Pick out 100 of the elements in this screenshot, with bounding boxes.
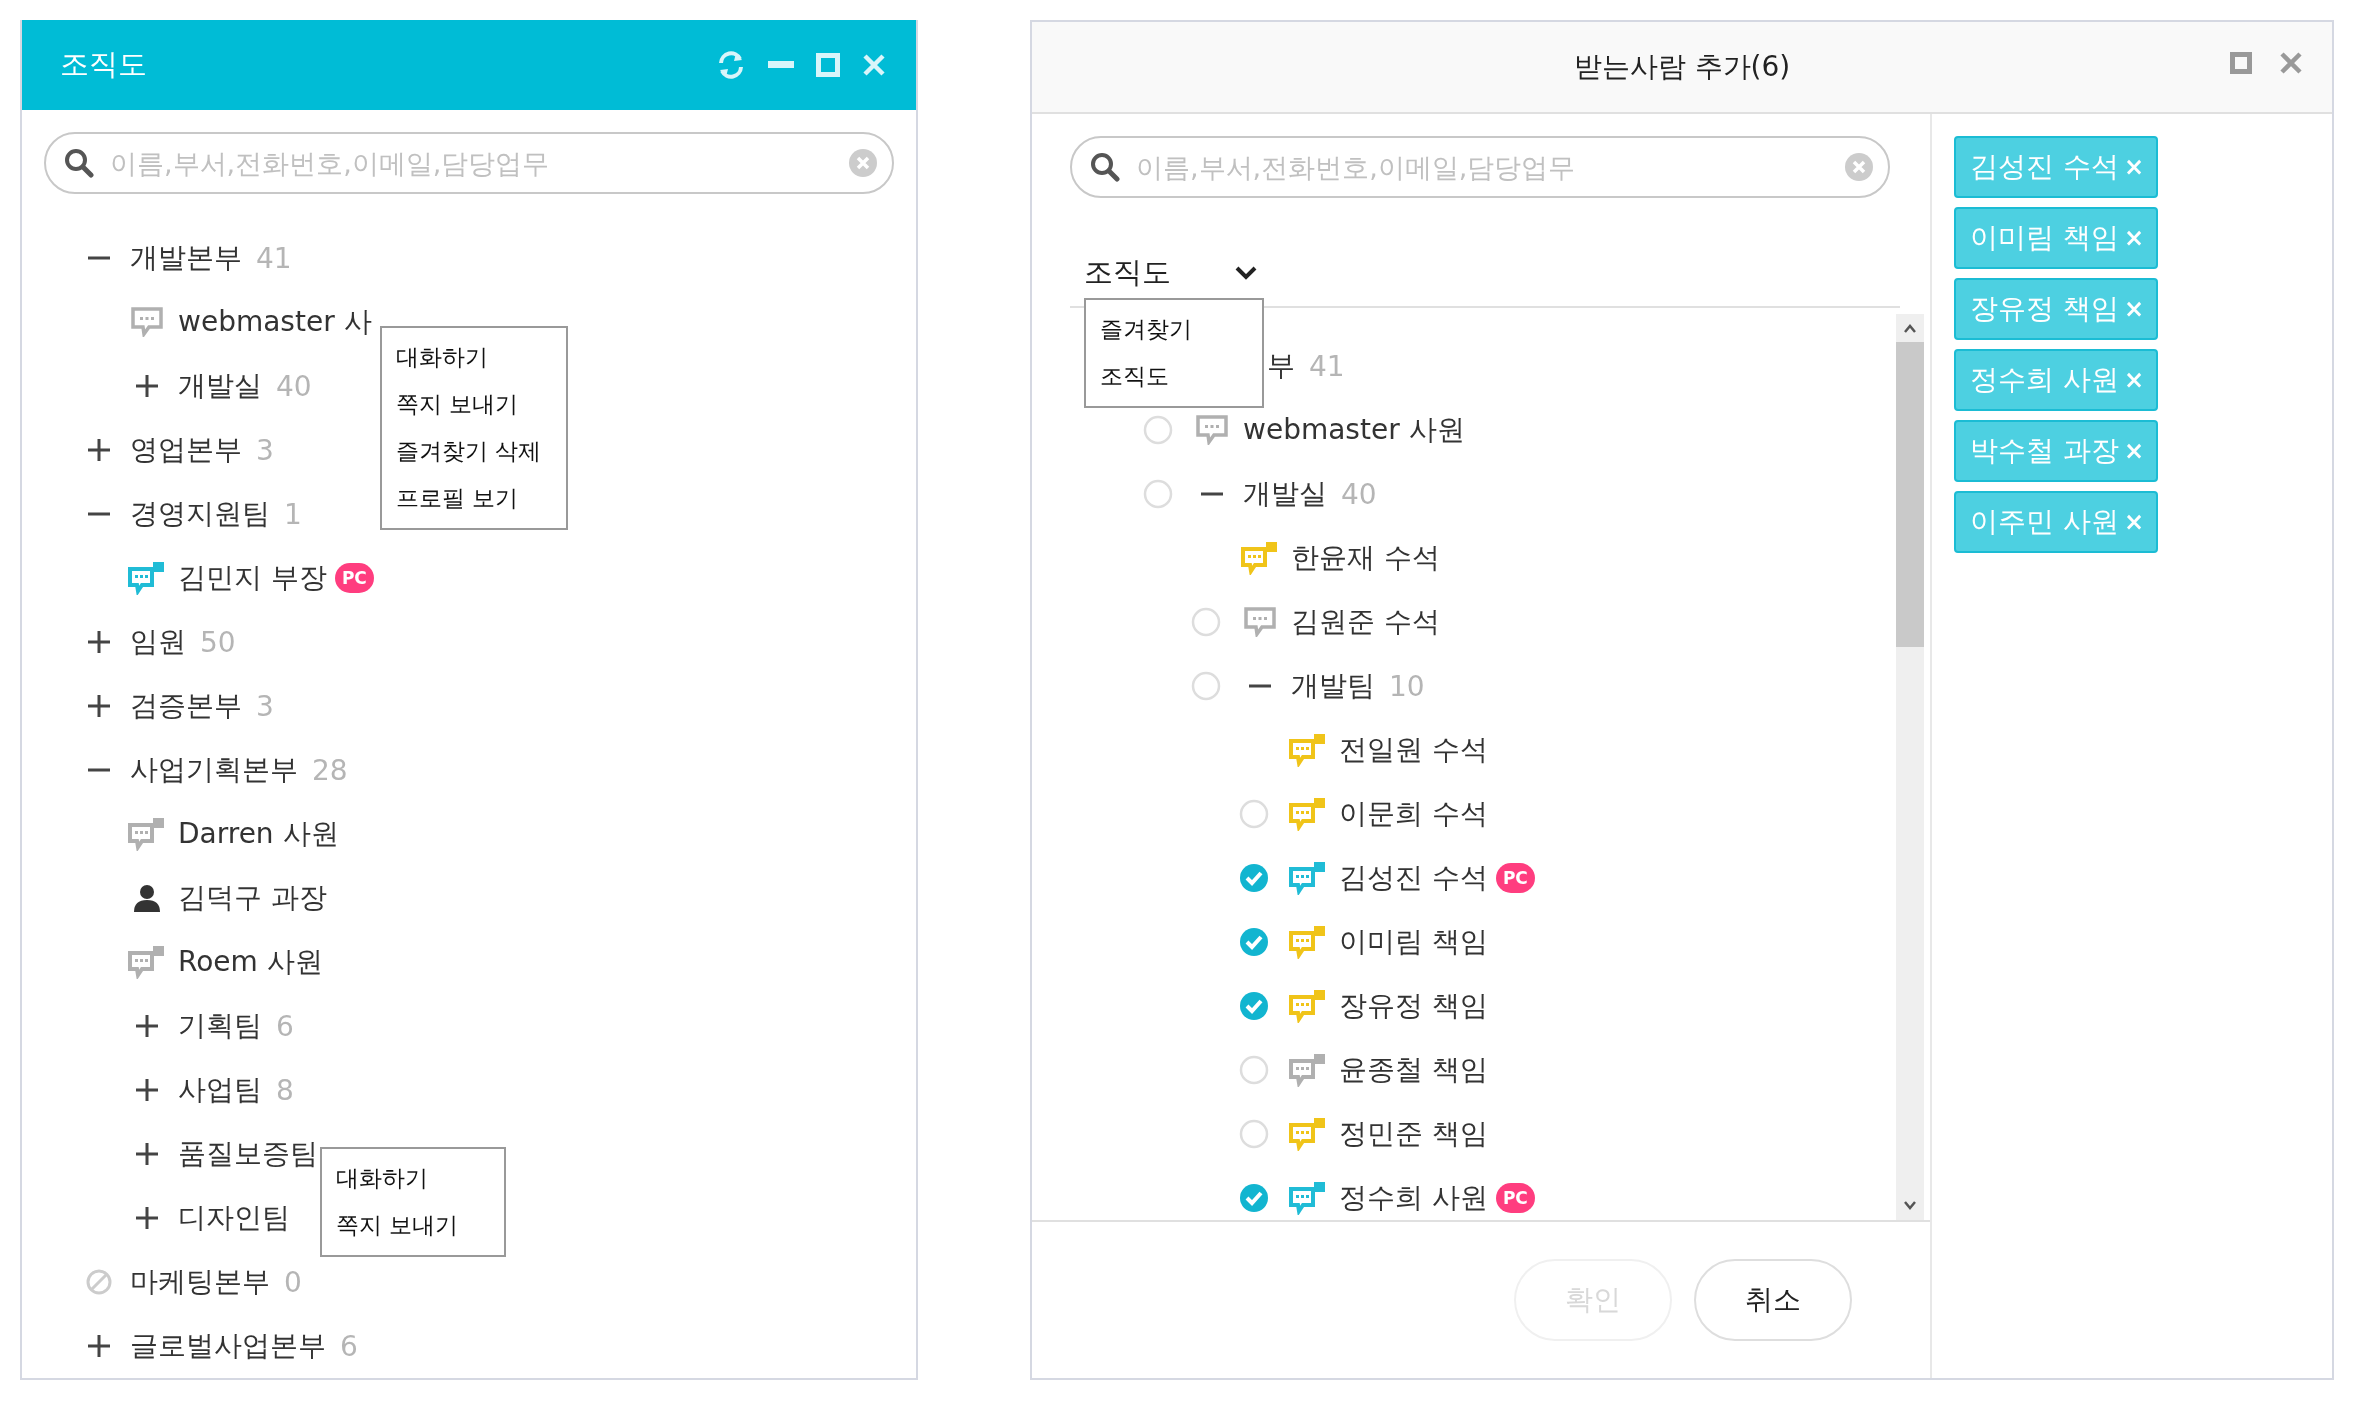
department-name[interactable]: 개발실 <box>1243 475 1327 513</box>
clear-icon[interactable] <box>848 148 878 178</box>
department-name[interactable]: 영업본부 <box>130 431 242 469</box>
menu-item[interactable]: 즐겨찾기 삭제 <box>382 428 566 475</box>
department-name[interactable]: 개발팀 <box>1291 667 1375 705</box>
expand-icon[interactable] <box>136 375 158 397</box>
chevron-down-icon[interactable] <box>1235 266 1257 280</box>
menu-item[interactable]: 즐겨찾기 <box>1086 306 1262 353</box>
member-name[interactable]: 김덕구 과장 <box>178 879 327 917</box>
dialog-title: 받는사람 추가(6) <box>1573 49 1791 85</box>
menu-item[interactable]: 프로필 보기 <box>382 475 566 522</box>
clear-icon[interactable] <box>1844 152 1874 182</box>
radio-circle[interactable] <box>1143 479 1173 509</box>
member-name[interactable]: 김성진 수석 <box>1339 859 1488 897</box>
search-field[interactable]: 이름,부서,전화번호,이메일,담당업무 <box>44 132 894 194</box>
collapse-icon[interactable] <box>88 768 110 772</box>
department-name[interactable]: 마케팅본부 <box>130 1263 270 1301</box>
member-name[interactable]: 이미림 책임 <box>1339 923 1488 961</box>
recipient-name: 정수희 사원 <box>1970 362 2119 398</box>
collapse-icon[interactable] <box>1201 492 1223 496</box>
search-input[interactable]: 이름,부서,전화번호,이메일,담당업무 <box>108 146 834 180</box>
radio-circle[interactable] <box>1239 799 1269 829</box>
member-name[interactable]: Roem 사원 <box>178 943 323 981</box>
department-name[interactable]: 사업기획본부 <box>130 751 298 789</box>
pc-badge: PC <box>1495 863 1535 893</box>
member-count: 6 <box>276 1009 294 1043</box>
cancel-button[interactable]: 취소 <box>1694 1259 1852 1341</box>
member-name[interactable]: 김민지 부장 <box>178 559 327 597</box>
member-count: 3 <box>256 689 274 723</box>
menu-item[interactable]: 조직도 <box>1086 353 1262 400</box>
department-name[interactable]: 경영지원팀 <box>130 495 270 533</box>
radio-circle[interactable] <box>1239 1119 1269 1149</box>
expand-icon[interactable] <box>136 1079 158 1101</box>
checked-circle[interactable] <box>1239 991 1269 1021</box>
collapse-icon[interactable] <box>88 512 110 516</box>
recipient-name: 이미림 책임 <box>1970 220 2119 256</box>
expand-icon[interactable] <box>88 439 110 461</box>
search-icon <box>64 148 94 178</box>
collapse-icon[interactable] <box>1249 684 1271 688</box>
pc-badge: PC <box>1495 1183 1535 1213</box>
member-name[interactable]: webmaster 사 <box>178 303 372 341</box>
expand-icon[interactable] <box>136 1207 158 1229</box>
radio-circle[interactable] <box>1191 671 1221 701</box>
expand-icon[interactable] <box>88 631 110 653</box>
radio-circle[interactable] <box>1143 415 1173 445</box>
member-count: 40 <box>1341 477 1377 511</box>
expand-icon[interactable] <box>136 1143 158 1165</box>
user-icon <box>132 884 162 912</box>
minimize-icon[interactable] <box>768 61 794 69</box>
member-name[interactable]: 김원준 수석 <box>1291 603 1440 641</box>
search-icon <box>1090 152 1120 182</box>
member-name[interactable]: 정민준 책임 <box>1339 1115 1488 1153</box>
member-name[interactable]: 전일원 수석 <box>1339 731 1488 769</box>
member-count: 50 <box>200 625 236 659</box>
department-name[interactable]: 기획팀 <box>178 1007 262 1045</box>
member-count: 8 <box>276 1073 294 1107</box>
close-icon[interactable] <box>2280 52 2302 74</box>
checked-circle[interactable] <box>1239 927 1269 957</box>
menu-item[interactable]: 쪽지 보내기 <box>322 1202 504 1249</box>
menu-item[interactable]: 쪽지 보내기 <box>382 381 566 428</box>
expand-icon[interactable] <box>136 1015 158 1037</box>
search-field[interactable]: 이름,부서,전화번호,이메일,담당업무 <box>1070 136 1890 198</box>
checked-circle[interactable] <box>1239 1183 1269 1213</box>
department-name[interactable]: 검증본부 <box>130 687 242 725</box>
department-name[interactable]: 개발실 <box>178 367 262 405</box>
member-count: 3 <box>256 433 274 467</box>
scrollbar[interactable] <box>1896 314 1924 1220</box>
member-name[interactable]: 이문희 수석 <box>1339 795 1488 833</box>
member-name[interactable]: 정수희 사원 <box>1339 1179 1488 1217</box>
department-name[interactable]: 임원 <box>130 623 186 661</box>
view-dropdown[interactable]: 조직도 <box>1084 253 1171 293</box>
department-name[interactable]: 글로벌사업본부 <box>130 1327 326 1365</box>
department-name[interactable]: 디자인팀 <box>178 1199 290 1237</box>
recipient-name: 이주민 사원 <box>1970 504 2119 540</box>
expand-icon[interactable] <box>88 1335 110 1357</box>
member-count: 41 <box>256 241 292 275</box>
department-name[interactable]: 개발본부 <box>130 239 242 277</box>
radio-circle[interactable] <box>1191 607 1221 637</box>
window-title: 조직도 <box>60 46 148 83</box>
search-input[interactable]: 이름,부서,전화번호,이메일,담당업무 <box>1134 150 1830 184</box>
member-count: 10 <box>1389 669 1425 703</box>
member-name[interactable]: Darren 사원 <box>178 815 339 853</box>
member-count: 6 <box>340 1329 358 1363</box>
expand-icon[interactable] <box>88 695 110 717</box>
pc-badge: PC <box>334 563 374 593</box>
member-count: 40 <box>276 369 312 403</box>
department-name[interactable]: 사업팀 <box>178 1071 262 1109</box>
refresh-icon[interactable] <box>716 50 746 80</box>
menu-item[interactable]: 대화하기 <box>322 1155 504 1202</box>
member-name[interactable]: 윤종철 책임 <box>1339 1051 1488 1089</box>
member-name[interactable]: 장유정 책임 <box>1339 987 1488 1025</box>
department-name[interactable]: 부 <box>1267 347 1295 385</box>
member-name[interactable]: webmaster 사원 <box>1243 411 1465 449</box>
member-name[interactable]: 한윤재 수석 <box>1291 539 1440 577</box>
collapse-icon[interactable] <box>88 256 110 260</box>
maximize-icon[interactable] <box>2230 52 2252 74</box>
checked-circle[interactable] <box>1239 863 1269 893</box>
department-name[interactable]: 품질보증팀 <box>178 1135 318 1173</box>
radio-circle[interactable] <box>1239 1055 1269 1085</box>
menu-item[interactable]: 대화하기 <box>382 334 566 381</box>
